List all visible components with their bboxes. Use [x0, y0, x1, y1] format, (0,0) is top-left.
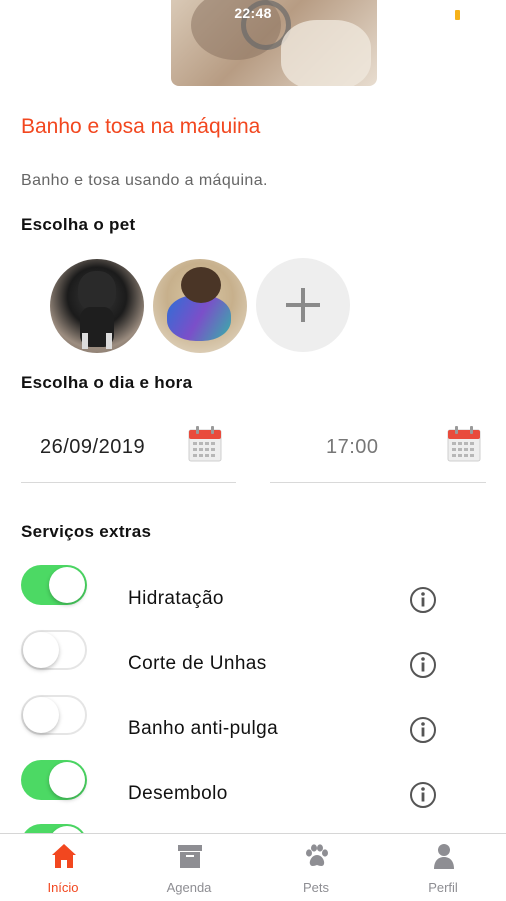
service-label: Banho anti-pulga: [128, 718, 279, 739]
page-title: Banho e tosa na máquina: [21, 115, 261, 138]
person-icon: [434, 844, 454, 869]
pet-avatar-yorkshire[interactable]: [153, 259, 247, 353]
date-value: 26/09/2019: [40, 436, 146, 458]
status-bar-time: 22:48: [234, 5, 272, 21]
tab-perfil[interactable]: Perfil: [380, 834, 506, 901]
date-field[interactable]: 26/09/2019: [21, 412, 236, 483]
calendar-icon[interactable]: [447, 426, 481, 462]
archive-box-icon: [178, 845, 202, 868]
service-row-partial: [0, 822, 506, 833]
service-row-hidratacao: Hidratação: [0, 563, 506, 613]
info-icon[interactable]: [408, 585, 438, 615]
service-row-banho-anti-pulga: Banho anti-pulga: [0, 693, 506, 743]
pet-avatar-bulldog[interactable]: [50, 259, 144, 353]
home-icon: [52, 844, 76, 868]
battery-icon: [455, 10, 460, 20]
tab-label: Agenda: [166, 880, 212, 895]
plus-icon: [286, 288, 320, 322]
paw-icon: [306, 844, 328, 866]
datetime-section-label: Escolha o dia e hora: [21, 373, 193, 392]
service-row-desembolo: Desembolo: [0, 758, 506, 808]
pet-section-label: Escolha o pet: [21, 215, 136, 234]
tab-bar: Início Agenda Pets Perfil: [0, 833, 506, 901]
info-icon[interactable]: [408, 650, 438, 680]
tab-label: Pets: [302, 880, 329, 895]
page-subtitle: Banho e tosa usando a máquina.: [21, 172, 268, 189]
desembolo-toggle[interactable]: [21, 760, 87, 800]
service-label: Corte de Unhas: [128, 653, 267, 674]
info-icon[interactable]: [408, 780, 438, 810]
extras-section-label: Serviços extras: [21, 522, 152, 541]
service-label: Hidratação: [128, 588, 224, 609]
tab-label: Perfil: [428, 880, 458, 895]
hidratacao-toggle[interactable]: [21, 565, 87, 605]
add-pet-button[interactable]: [256, 258, 350, 352]
service-row-corte-unhas: Corte de Unhas: [0, 628, 506, 678]
corte-unhas-toggle[interactable]: [21, 630, 87, 670]
tab-agenda[interactable]: Agenda: [126, 834, 252, 901]
tab-pets[interactable]: Pets: [253, 834, 379, 901]
calendar-icon[interactable]: [188, 426, 222, 462]
info-icon[interactable]: [408, 715, 438, 745]
time-field[interactable]: 17:00: [270, 412, 486, 483]
extra-service-toggle[interactable]: [21, 824, 87, 833]
service-label: Desembolo: [128, 783, 228, 804]
tab-inicio[interactable]: Início: [0, 834, 126, 901]
tab-label: Início: [47, 880, 79, 895]
time-value: 17:00: [326, 436, 379, 458]
banho-anti-pulga-toggle[interactable]: [21, 695, 87, 735]
